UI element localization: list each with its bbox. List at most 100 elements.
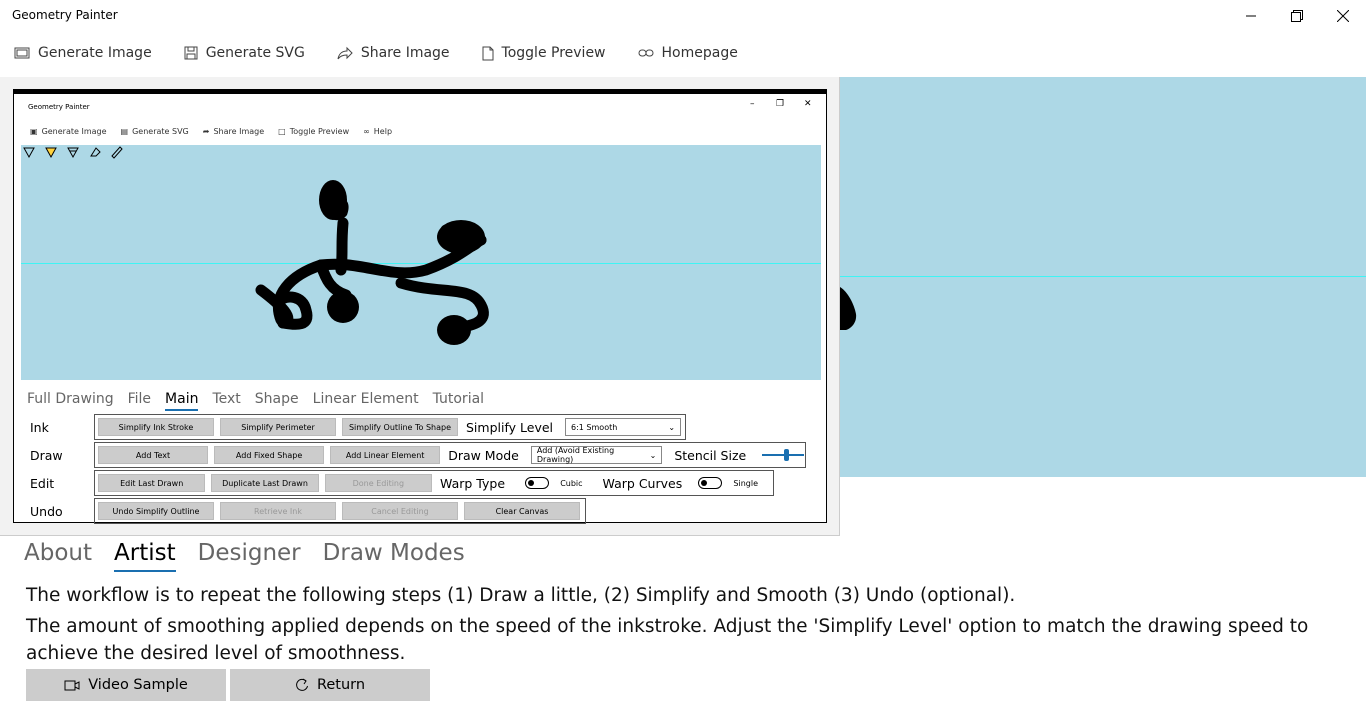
edit-controls: Edit Last Drawn Duplicate Last Drawn Don… (94, 470, 774, 496)
document-icon (482, 46, 494, 60)
preview-edit-row: Edit Edit Last Drawn Duplicate Last Draw… (30, 470, 774, 496)
draw-mode-value: Add (Avoid Existing Drawing) (536, 446, 615, 464)
restore-icon (1291, 10, 1303, 22)
toggle-preview-label: Toggle Preview (501, 45, 606, 61)
preview-help: ∞ Help (363, 127, 392, 136)
preview-toggle-preview-label: Toggle Preview (289, 126, 350, 136)
draw-mode-label: Draw Mode (448, 447, 519, 463)
tab-about[interactable]: About (24, 540, 92, 572)
title-bar: Geometry Painter (0, 0, 1366, 32)
warp-type-toggle (525, 477, 550, 489)
minimize-button[interactable] (1228, 0, 1274, 32)
share-image-button[interactable]: Share Image (337, 45, 450, 61)
preview-tab-main: Main (165, 391, 199, 411)
slider-thumb (784, 449, 790, 461)
undo-simplify-outline-button: Undo Simplify Outline (98, 502, 214, 520)
tab-designer[interactable]: Designer (198, 540, 301, 572)
tab-draw-modes[interactable]: Draw Modes (323, 540, 465, 572)
preview-tab-shape: Shape (254, 391, 299, 407)
close-button[interactable] (1320, 0, 1366, 32)
preview-tab-full-drawing: Full Drawing (27, 391, 114, 407)
preview-share-image-label: Share Image (213, 126, 265, 136)
smoothing-text: The amount of smoothing applied depends … (26, 616, 1309, 664)
restore-button[interactable] (1274, 0, 1320, 32)
video-sample-label: Video Sample (88, 677, 188, 693)
preview-tab-file: File (127, 391, 152, 407)
command-bar: Generate Image Generate SVG Share Image … (0, 36, 1366, 70)
preview-document-icon: □ (278, 126, 286, 136)
preview-image-icon: ▣ (30, 126, 38, 136)
pencil-tool-icon (67, 147, 79, 159)
ink-label: Ink (30, 419, 49, 435)
simplify-level-dropdown: 6:1 Smooth ⌄ (565, 418, 682, 436)
preview-link-icon: ∞ (363, 126, 370, 136)
ink-controls: Simplify Ink Stroke Simplify Perimeter S… (94, 414, 686, 440)
warp-curves-label: Warp Curves (602, 475, 683, 491)
video-sample-button[interactable]: Video Sample (26, 669, 226, 701)
preview-close-icon: ✕ (804, 99, 812, 109)
chevron-down-icon: ⌄ (668, 422, 676, 432)
warp-curves-toggle (698, 477, 723, 489)
draw-controls: Add Text Add Fixed Shape Add Linear Elem… (94, 442, 806, 468)
preview-app-title: Geometry Painter (28, 103, 90, 111)
save-icon (184, 46, 198, 60)
clear-canvas-button: Clear Canvas (464, 502, 580, 520)
warp-curves-value: Single (733, 478, 758, 488)
preview-restore-icon: ❐ (776, 99, 785, 109)
preview-image: Geometry Painter – ❐ ✕ ▣ Generate Image ▤… (13, 89, 827, 524)
draw-label: Draw (30, 447, 63, 463)
preview-toggle-preview: □ Toggle Preview (278, 127, 349, 136)
preview-help-label: Help (373, 126, 393, 136)
undo-controls: Undo Simplify Outline Retrieve Ink Cance… (94, 498, 586, 524)
highlighter-tool-icon (45, 147, 57, 159)
homepage-button[interactable]: Homepage (638, 45, 738, 61)
add-linear-element-button: Add Linear Element (330, 446, 441, 464)
minimize-icon (1246, 15, 1256, 17)
toggle-preview-button[interactable]: Toggle Preview (482, 45, 606, 61)
eraser-tool-icon (90, 147, 101, 157)
close-icon (1337, 10, 1349, 22)
preview-canvas (21, 145, 821, 380)
preview-undo-row: Undo Undo Simplify Outline Retrieve Ink … (30, 498, 586, 524)
refresh-icon (296, 678, 308, 691)
ink-stroke (840, 287, 857, 330)
link-icon (638, 49, 654, 57)
guide-line (840, 276, 1366, 277)
simplify-level-label: Simplify Level (466, 419, 554, 435)
ink-drawing (255, 180, 489, 345)
stencil-size-slider (762, 449, 805, 461)
homepage-label: Homepage (661, 45, 738, 61)
tab-artist[interactable]: Artist (114, 540, 176, 572)
generate-image-button[interactable]: Generate Image (14, 45, 152, 61)
preview-generate-svg-label: Generate SVG (132, 126, 189, 136)
drawing-canvas[interactable] (840, 77, 1366, 477)
share-icon (337, 46, 353, 60)
retrieve-ink-button: Retrieve Ink (220, 502, 336, 520)
draw-mode-dropdown: Add (Avoid Existing Drawing) ⌄ (530, 446, 663, 464)
preview-save-icon: ▤ (120, 126, 129, 136)
preview-command-bar: ▣ Generate Image ▤ Generate SVG ➦ Share Ima… (30, 124, 406, 138)
app-title: Geometry Painter (12, 8, 118, 22)
warp-type-value: Cubic (560, 478, 583, 488)
preview-tabs: Full Drawing File Main Text Shape Linear… (27, 391, 484, 411)
edit-last-drawn-button: Edit Last Drawn (98, 474, 206, 492)
return-button[interactable]: Return (230, 669, 430, 701)
undo-label: Undo (30, 503, 63, 519)
generate-image-label: Generate Image (38, 45, 152, 61)
preview-ink-row: Ink Simplify Ink Stroke Simplify Perimet… (30, 414, 686, 440)
ruler-tool-icon (111, 146, 123, 159)
warp-type-label: Warp Type (440, 475, 506, 491)
preview-ink-tools (22, 142, 124, 162)
image-icon (14, 47, 30, 59)
help-tabs: About Artist Designer Draw Modes (24, 540, 465, 572)
simplify-perimeter-button: Simplify Perimeter (220, 418, 336, 436)
done-editing-button: Done Editing (324, 474, 433, 492)
preview-tab-linear-element: Linear Element (312, 391, 419, 407)
preview-tab-text: Text (212, 391, 241, 407)
preview-share-icon: ➦ (202, 126, 210, 136)
generate-svg-button[interactable]: Generate SVG (184, 45, 305, 61)
edit-label: Edit (30, 475, 55, 491)
chevron-down-icon: ⌄ (649, 450, 657, 460)
workflow-text: The workflow is to repeat the following … (26, 585, 1016, 606)
add-text-button: Add Text (98, 446, 209, 464)
